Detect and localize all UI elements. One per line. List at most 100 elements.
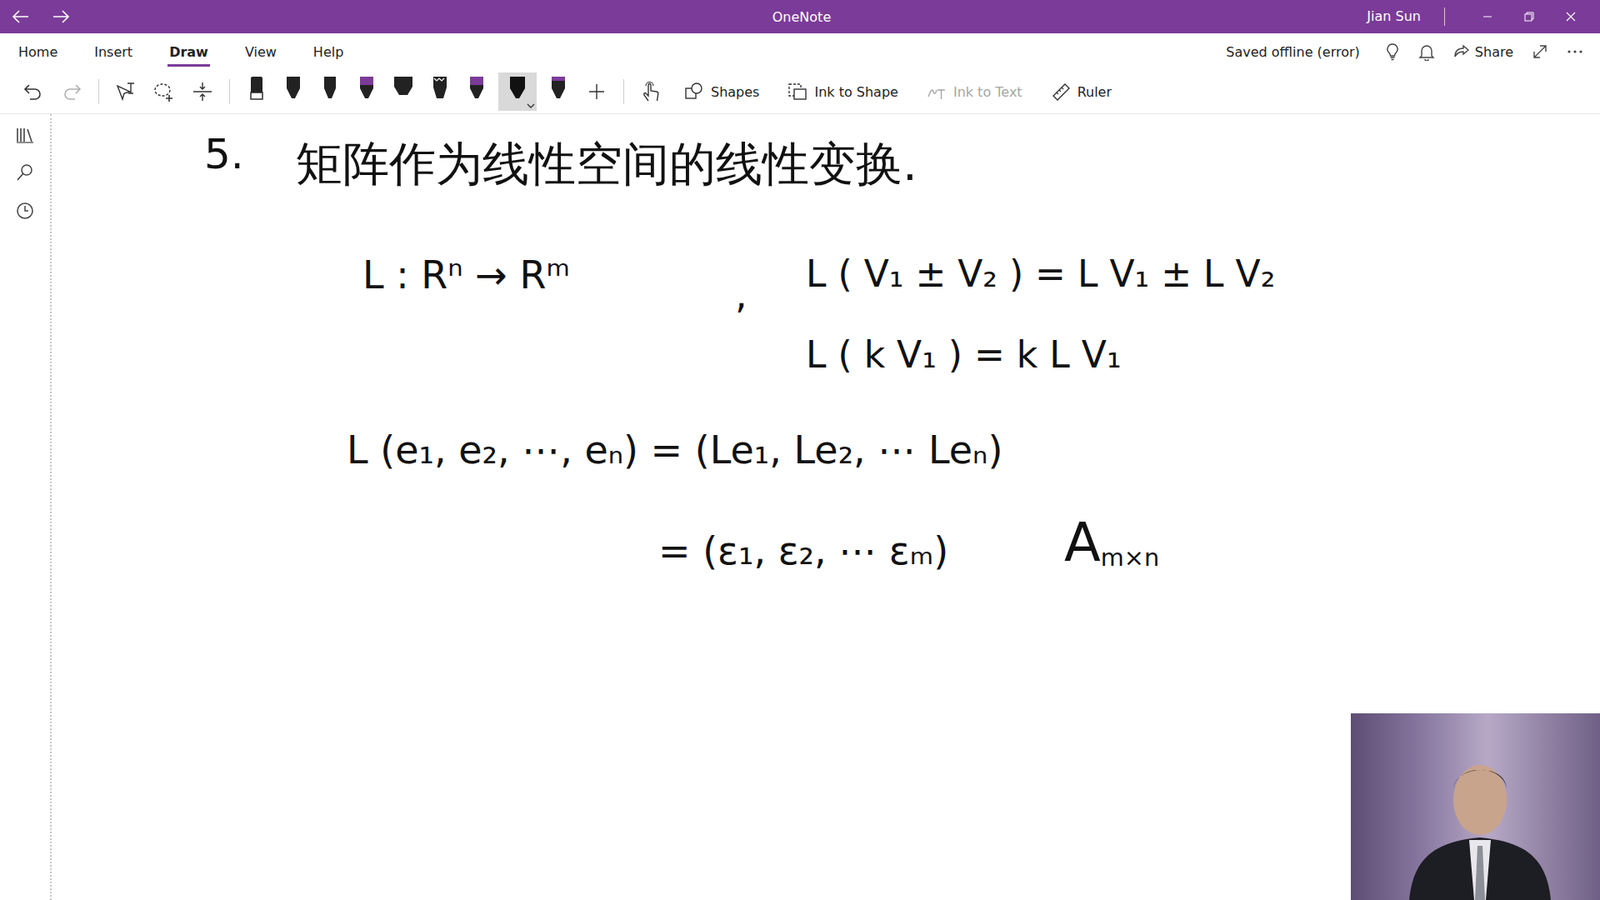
ribbon: Home Insert Draw View Help Saved offline (err… xyxy=(0,33,1600,70)
add-space-button[interactable] xyxy=(187,75,218,109)
undo-icon xyxy=(22,81,45,102)
ribbon-tabs: Home Insert Draw View Help xyxy=(16,33,345,70)
type-select-button[interactable] xyxy=(110,75,141,109)
back-arrow-icon[interactable] xyxy=(11,9,30,25)
nav-buttons xyxy=(11,9,262,25)
toolbar-button[interactable]: Shapes xyxy=(674,75,770,109)
toolbar-button[interactable]: Ruler xyxy=(1040,75,1122,109)
toolbar-button[interactable]: Ink to Text xyxy=(916,75,1033,109)
ribbon-tab[interactable]: Draw xyxy=(167,33,210,70)
lightbulb-icon[interactable] xyxy=(1385,42,1400,61)
notebooks-icon[interactable] xyxy=(15,125,35,145)
undo-button[interactable] xyxy=(18,75,49,109)
presenter-figure xyxy=(1409,741,1551,900)
pen-tool[interactable] xyxy=(315,72,345,111)
ribbon-tab[interactable]: Insert xyxy=(92,33,135,70)
webcam-video xyxy=(1350,713,1600,900)
window-title: OneNote xyxy=(261,9,1342,25)
lasso-icon xyxy=(152,80,176,103)
button-label: Ink to Shape xyxy=(814,84,898,100)
ink-line: L (e₁, e₂, ⋯, eₙ) = (Le₁, Le₂, ⋯ Leₙ) xyxy=(346,427,1003,474)
ink-subscript: m×n xyxy=(1100,543,1160,572)
ribbon-tab[interactable]: Help xyxy=(311,33,345,70)
chevron-down-icon xyxy=(526,103,535,110)
restore-icon xyxy=(1524,11,1535,22)
pen-tool[interactable] xyxy=(461,72,492,111)
recent-clock-icon[interactable] xyxy=(15,200,35,221)
share-button[interactable]: Share xyxy=(1453,44,1514,60)
minimize-button[interactable] xyxy=(1466,11,1509,22)
ink-to-shape-icon xyxy=(787,81,808,102)
shapes-icon xyxy=(684,81,705,102)
bell-icon[interactable] xyxy=(1418,42,1435,61)
pen-icon xyxy=(245,74,268,101)
more-icon[interactable] xyxy=(1566,49,1584,55)
lasso-button[interactable] xyxy=(149,75,180,109)
ribbon-tab[interactable]: Home xyxy=(16,33,60,70)
add-space-icon xyxy=(191,80,214,103)
button-label: Ink to Text xyxy=(953,84,1023,100)
tab-label: Draw xyxy=(169,44,209,60)
separator xyxy=(98,79,100,105)
close-button[interactable] xyxy=(1550,11,1592,22)
minimize-icon xyxy=(1482,11,1493,22)
ribbon-tab[interactable]: View xyxy=(243,33,279,70)
ruler-icon xyxy=(1050,81,1071,102)
touch-draw-button[interactable] xyxy=(635,75,666,109)
share-label: Share xyxy=(1475,44,1514,60)
pen-icon xyxy=(282,74,305,101)
main-area: 5. 矩阵作为线性空间的线性变换. L : Rⁿ → Rᵐ, L ( V₁ ± V₂ … xyxy=(0,114,1600,900)
ink-text: = (ε₁, ε₂, ⋯ εₘ) xyxy=(658,528,949,574)
ink-text: A xyxy=(1064,511,1101,574)
pen-icon xyxy=(465,74,488,101)
button-label: Ruler xyxy=(1077,84,1112,100)
heading-number: 5. xyxy=(204,129,245,180)
pen-icon xyxy=(355,74,378,101)
heading-title: 矩阵作为线性空间的线性变换. xyxy=(295,135,918,192)
ink-line: L ( V₁ ± V₂ ) = L V₁ ± L V₂ xyxy=(805,252,1275,297)
ink-text: L : Rⁿ → Rᵐ xyxy=(362,252,570,298)
pen-gallery xyxy=(241,72,574,111)
pen-tool[interactable] xyxy=(351,72,382,111)
ink-text: L ( k V₁ ) = k L V₁ xyxy=(805,333,1122,376)
page-canvas[interactable]: 5. 矩阵作为线性空间的线性变换. L : Rⁿ → Rᵐ, L ( V₁ ± V₂ … xyxy=(51,114,1600,900)
tab-label: Home xyxy=(18,44,58,60)
restore-button[interactable] xyxy=(1508,11,1550,22)
forward-arrow-icon[interactable] xyxy=(51,9,70,25)
redo-icon xyxy=(60,81,83,102)
user-name[interactable]: Jian Sun xyxy=(1366,7,1445,26)
close-icon xyxy=(1565,11,1576,22)
title-bar: OneNote Jian Sun xyxy=(0,0,1600,34)
ink-text: L ( V₁ ± V₂ ) = L V₁ ± L V₂ xyxy=(805,252,1275,295)
pen-icon xyxy=(429,74,451,101)
button-label: Shapes xyxy=(710,84,760,100)
pen-tool[interactable] xyxy=(543,72,574,111)
save-status[interactable]: Saved offline (error) xyxy=(1225,44,1360,60)
pen-tool[interactable] xyxy=(498,72,537,111)
ink-text: , xyxy=(735,272,748,318)
pen-tool[interactable] xyxy=(388,72,419,111)
expand-icon[interactable] xyxy=(1531,43,1549,60)
pen-icon xyxy=(319,74,341,101)
tab-label: View xyxy=(245,44,277,60)
ink-line: Am×n xyxy=(1064,510,1160,575)
pen-tool[interactable] xyxy=(241,72,272,111)
tab-label: Insert xyxy=(94,44,133,60)
cursor-text-icon xyxy=(115,80,137,103)
ink-line: = (ε₁, ε₂, ⋯ εₘ) xyxy=(658,528,949,575)
search-icon[interactable] xyxy=(15,162,35,183)
share-icon xyxy=(1453,44,1470,60)
add-pen-button[interactable] xyxy=(581,75,612,109)
ink-line: L : Rⁿ → Rᵐ xyxy=(362,252,570,299)
pen-icon xyxy=(392,74,415,101)
plus-icon xyxy=(587,82,606,101)
tab-label: Help xyxy=(313,44,344,60)
pen-tool[interactable] xyxy=(425,72,455,111)
toolbar-button[interactable]: Ink to Shape xyxy=(777,75,908,109)
draw-toolbar: Shapes Ink to Shape Ink to Text Ruler xyxy=(0,70,1600,115)
redo-button[interactable] xyxy=(56,75,87,109)
ink-line: L ( k V₁ ) = k L V₁ xyxy=(805,333,1122,378)
pen-tool[interactable] xyxy=(278,72,309,111)
ink-to-text-icon xyxy=(926,81,947,102)
ink-text: L (e₁, e₂, ⋯, eₙ) = (Le₁, Le₂, ⋯ Leₙ) xyxy=(346,427,1003,473)
